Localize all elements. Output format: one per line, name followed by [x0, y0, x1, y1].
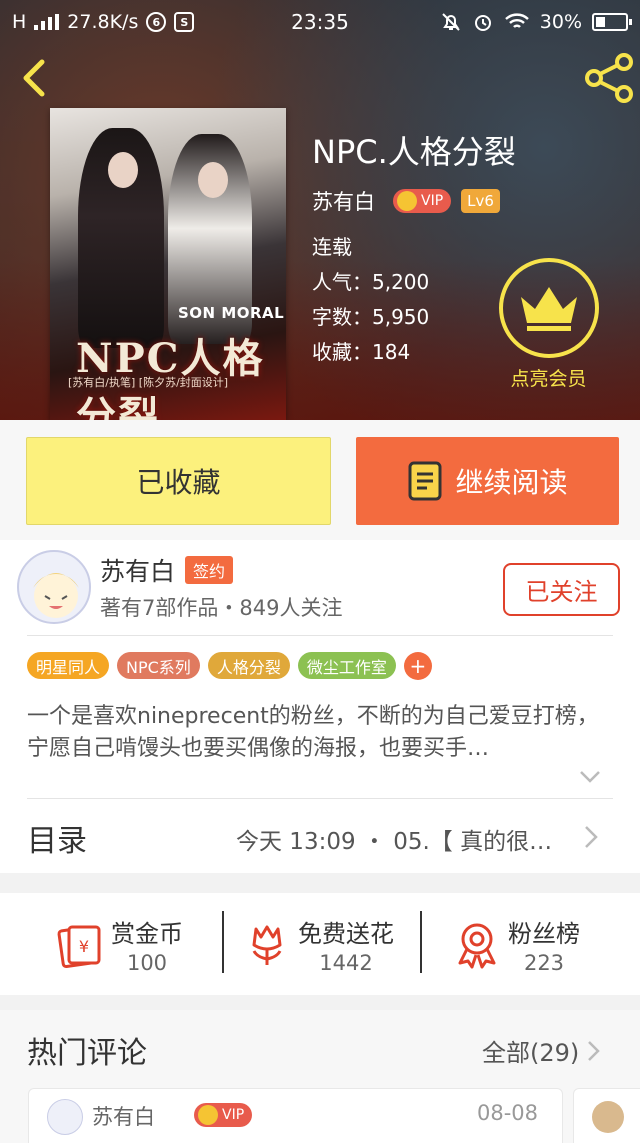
comment-card[interactable] [573, 1088, 640, 1143]
table-of-contents[interactable]: 目录 今天 13:09 ・ 05.【 真的很… [0, 800, 640, 873]
cover-title: NPC人格分裂 [76, 335, 265, 420]
network-type: H [12, 11, 27, 33]
battery-percent: 30% [539, 11, 582, 33]
fan-ranking[interactable]: 粉丝榜 223 [452, 893, 580, 995]
vip-label: VIP [222, 1107, 245, 1123]
storage-icon: S [174, 12, 195, 32]
commenter-avatar[interactable] [47, 1099, 83, 1135]
stat-value: 100 [126, 950, 168, 975]
svg-text:¥: ¥ [79, 937, 89, 956]
book-popularity: 人气：5,200 [312, 270, 430, 294]
share-icon[interactable] [582, 52, 636, 104]
member-button[interactable]: 点亮会员 [497, 258, 600, 391]
commenter-avatar[interactable] [592, 1101, 624, 1133]
favorite-button[interactable]: 已收藏 [26, 437, 331, 525]
free-flowers[interactable]: 免费送花 1442 [242, 893, 394, 995]
tag-item[interactable]: NPC系列 [117, 652, 200, 679]
status-bar: H 27.8K/s 6 S 23:35 30% [0, 0, 640, 44]
divider [222, 911, 224, 973]
signal-icon [34, 14, 60, 30]
action-bar: 已收藏 继续阅读 [0, 420, 640, 540]
add-tag-button[interactable]: + [403, 652, 432, 680]
toc-title: 目录 [27, 824, 87, 859]
vip-badge: VIP [194, 1103, 253, 1127]
chevron-right-icon [585, 826, 598, 848]
vip-label: VIP [421, 193, 444, 209]
stat-label: 粉丝榜 [508, 919, 580, 948]
divider [27, 798, 613, 799]
level-badge: Lv6 [461, 189, 500, 213]
book-intro[interactable]: 一个是喜欢nineprecent的粉丝，不断的为自己爱豆打榜，宁愿自己啃馒头也要… [27, 701, 612, 765]
book-author[interactable]: 苏有白 [312, 186, 375, 216]
author-avatar[interactable] [17, 550, 91, 624]
network-speed: 27.8K/s [67, 11, 139, 33]
all-comments-label: 全部(29) [482, 1039, 580, 1067]
stat-value: 223 [523, 950, 565, 975]
reward-coins[interactable]: ¥ 赏金币 100 [55, 893, 183, 995]
cover-subtitle: SON MORAL [178, 304, 285, 322]
member-label: 点亮会员 [510, 368, 587, 390]
book-header: H 27.8K/s 6 S 23:35 30% SON MORAL NPC人格分… [0, 0, 640, 420]
stat-value: 1442 [319, 950, 373, 975]
book-info: NPC.人格分裂 苏有白 VIP Lv6 连载 人气：5,200 字数：5,95… [312, 132, 516, 370]
book-word-count: 字数：5,950 [312, 305, 430, 329]
comment-date: 08-08 [477, 1101, 539, 1125]
book-cover[interactable]: SON MORAL NPC人格分裂 [苏有白/执笔] [陈夕苏/封面设计] [50, 108, 286, 420]
cover-face-right [198, 162, 228, 198]
medal-icon [458, 923, 496, 969]
continue-reading-button[interactable]: 继续阅读 [356, 437, 619, 525]
flower-icon [252, 925, 282, 965]
book-icon [408, 461, 442, 501]
divider [27, 635, 613, 636]
book-details: 明星同人 NPC系列 人格分裂 微尘工作室 + 一个是喜欢nineprecent… [0, 635, 640, 873]
tag-item[interactable]: 明星同人 [27, 652, 110, 679]
hot-comments: 热门评论 全部(29) 苏有白 VIP 08-08 [0, 1010, 640, 1143]
sync-icon: 6 [146, 12, 167, 32]
interaction-stats: ¥ 赏金币 100 免费送花 1442 粉丝榜 223 [0, 893, 640, 995]
all-comments-link[interactable]: 全部(29) [482, 1033, 601, 1068]
stat-label: 免费送花 [298, 919, 394, 948]
back-arrow-icon[interactable] [14, 56, 58, 100]
author-name[interactable]: 苏有白 [100, 552, 175, 588]
commenter-name[interactable]: 苏有白 [92, 1101, 155, 1131]
red-envelope-icon: ¥ [57, 925, 101, 969]
author-meta: 著有7部作品・849人关注 [100, 596, 343, 620]
tag-list: 明星同人 NPC系列 人格分裂 微尘工作室 + [27, 652, 432, 680]
book-status: 连载 [312, 235, 352, 259]
book-collections: 收藏：184 [312, 340, 411, 364]
chevron-right-icon [588, 1040, 601, 1061]
anime-avatar-icon [33, 573, 79, 618]
signed-badge: 签约 [185, 556, 234, 584]
crown-icon [397, 191, 417, 211]
chevron-down-icon[interactable] [578, 769, 602, 785]
comments-title: 热门评论 [27, 1036, 147, 1071]
author-card: 苏有白 签约 著有7部作品・849人关注 已关注 [0, 540, 640, 635]
cover-credits: [苏有白/执笔] [陈夕苏/封面设计] [68, 376, 229, 389]
tag-item[interactable]: 人格分裂 [207, 652, 290, 679]
crown-icon [198, 1105, 218, 1125]
alarm-icon [474, 15, 491, 31]
wifi-icon [504, 13, 529, 28]
battery-icon [592, 13, 632, 31]
cover-face-left [108, 152, 138, 188]
comment-card[interactable]: 苏有白 VIP 08-08 [28, 1088, 563, 1143]
tag-item[interactable]: 微尘工作室 [297, 652, 396, 679]
crown-icon [520, 287, 577, 331]
vip-badge: VIP [393, 189, 452, 213]
divider [420, 911, 422, 973]
book-title: NPC.人格分裂 [312, 133, 516, 171]
latest-chapter: 今天 13:09 ・ 05.【 真的很… [236, 829, 553, 855]
mute-bell-icon [442, 13, 460, 31]
follow-button[interactable]: 已关注 [503, 563, 620, 616]
stat-label: 赏金币 [111, 919, 183, 948]
continue-reading-label: 继续阅读 [455, 466, 568, 499]
